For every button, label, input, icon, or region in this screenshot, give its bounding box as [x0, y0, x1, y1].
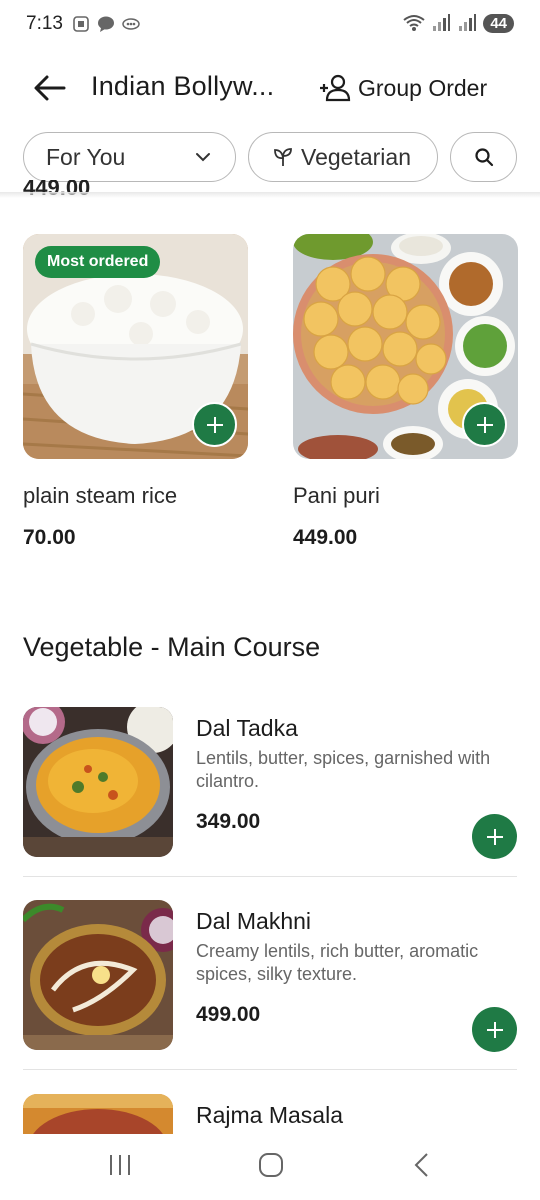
group-order-label: Group Order [358, 74, 488, 101]
header: Indian Bollyw... Group Order [0, 58, 540, 118]
dal-makhni-image [23, 900, 173, 1050]
item-image [23, 900, 173, 1050]
plus-icon [486, 1021, 503, 1038]
back-arrow-icon [34, 75, 66, 101]
system-nav-bar [0, 1134, 540, 1200]
talk-icon [98, 16, 114, 32]
plus-icon [486, 828, 503, 845]
signal-icon [433, 14, 451, 31]
plus-icon [476, 416, 493, 433]
item-image [293, 234, 518, 459]
item-image [23, 707, 173, 857]
list-item[interactable]: Dal Makhni Creamy lentils, rich butter, … [23, 900, 517, 1072]
item-name: Dal Tadka [196, 715, 298, 741]
recent-apps-icon [110, 1155, 130, 1175]
section-title: Vegetable - Main Course [23, 632, 321, 662]
rajma-masala-image [23, 1094, 173, 1134]
item-name: plain steam rice [23, 483, 178, 508]
item-price: 449.00 [293, 526, 358, 549]
menu-item-card[interactable]: Pani puri 449.00 [293, 234, 518, 549]
group-order-button[interactable]: Group Order [318, 70, 487, 106]
signal-2-icon [459, 14, 477, 31]
add-button[interactable] [472, 1007, 517, 1052]
add-button[interactable] [462, 402, 507, 447]
divider [23, 876, 517, 877]
menu-item-card[interactable]: Most ordered plain steam rice 70.00 [23, 234, 248, 549]
vegetarian-label: Vegetarian [301, 143, 411, 170]
battery-indicator: 44 [483, 13, 514, 33]
search-button[interactable] [450, 132, 517, 182]
back-button[interactable] [32, 72, 68, 104]
list-item[interactable]: Rajma Masala [23, 1094, 517, 1134]
status-time: 7:13 [26, 13, 63, 34]
for-you-label: For You [46, 143, 126, 170]
leaf-icon [274, 148, 292, 166]
search-icon [474, 148, 493, 167]
divider [23, 1069, 517, 1070]
item-description: Creamy lentils, rich butter, aromatic sp… [196, 941, 479, 984]
recent-apps-button[interactable] [108, 1152, 132, 1183]
vegetarian-filter[interactable]: Vegetarian [248, 132, 438, 182]
item-description: Lentils, butter, spices, garnished with … [196, 748, 491, 791]
for-you-dropdown[interactable]: For You [23, 132, 236, 182]
item-image [23, 1094, 173, 1134]
item-price: 70.00 [23, 526, 76, 549]
item-price: 499.00 [196, 1003, 261, 1026]
most-ordered-badge: Most ordered [35, 246, 161, 278]
screenshot-icon [73, 16, 89, 32]
home-icon [259, 1153, 283, 1177]
app-notification-icon [122, 18, 140, 30]
item-name: Dal Makhni [196, 908, 312, 934]
back-nav-button[interactable] [412, 1152, 432, 1183]
filter-chips: For You Vegetarian [0, 132, 540, 182]
back-nav-icon [414, 1153, 428, 1177]
plus-icon [206, 416, 223, 433]
item-image: Most ordered [23, 234, 248, 459]
notification-icons [72, 15, 140, 33]
header-shadow [0, 192, 540, 198]
status-right-icons: 44 [403, 13, 514, 33]
add-button[interactable] [192, 402, 237, 447]
item-name: Rajma Masala [196, 1102, 343, 1128]
wifi-icon [403, 15, 425, 31]
item-price: 349.00 [196, 810, 261, 833]
status-bar: 7:13 44 [0, 0, 540, 50]
group-order-icon [320, 74, 351, 102]
chevron-down-icon [196, 153, 210, 162]
dal-tadka-image [23, 707, 173, 857]
home-button[interactable] [258, 1152, 284, 1183]
list-item[interactable]: Dal Tadka Lentils, butter, spices, garni… [23, 707, 517, 879]
restaurant-title: Indian Bollyw... [91, 71, 275, 101]
item-name: Pani puri [293, 483, 380, 508]
add-button[interactable] [472, 814, 517, 859]
